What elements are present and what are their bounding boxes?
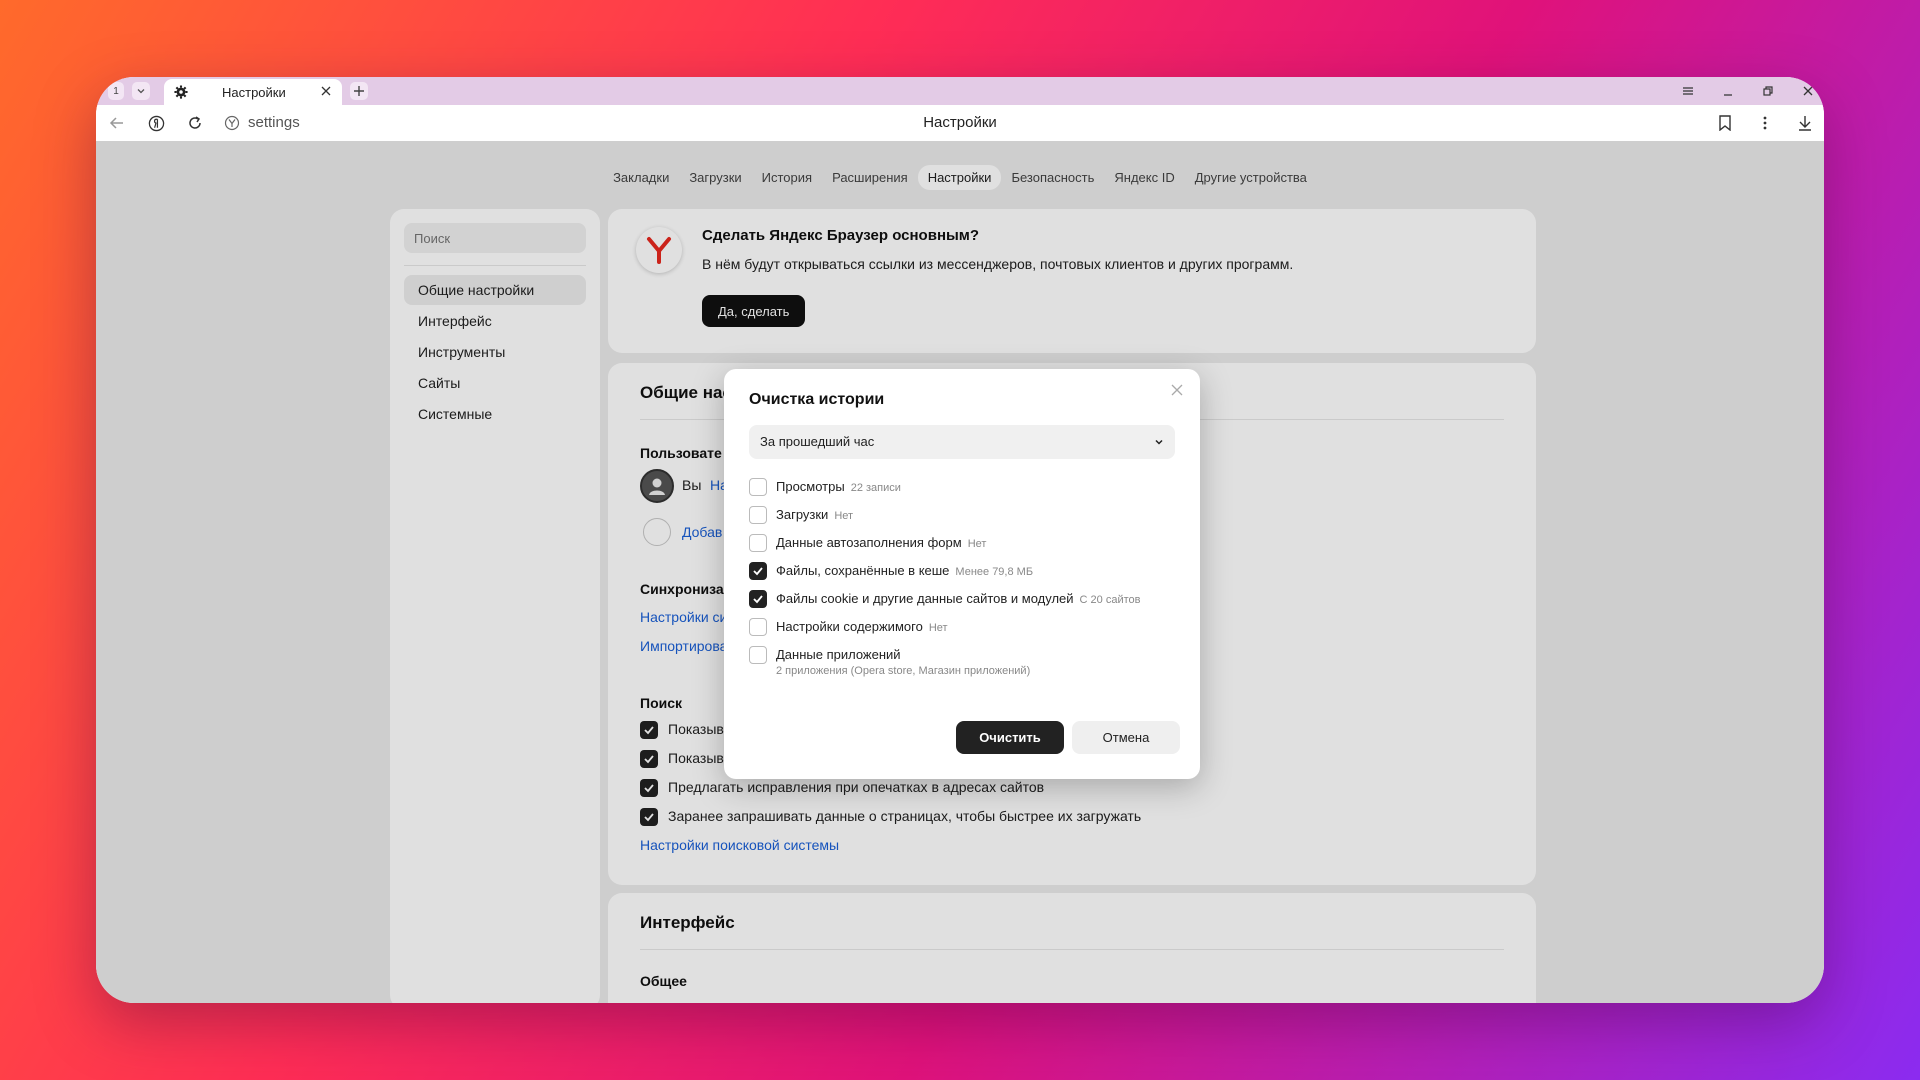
bookmark-icon xyxy=(1719,115,1731,131)
toolbar: settings Настройки xyxy=(96,105,1824,141)
option-meta: Нет xyxy=(928,622,948,634)
checkbox[interactable] xyxy=(749,562,767,580)
check-icon xyxy=(753,567,763,576)
checkbox[interactable] xyxy=(749,590,767,608)
more-button[interactable] xyxy=(1756,114,1774,132)
tab-settings[interactable]: Настройки xyxy=(164,79,342,105)
restore-button[interactable] xyxy=(1760,83,1776,99)
dialog-title: Очистка истории xyxy=(749,391,885,408)
option-label: Файлы, сохранённые в кеше xyxy=(776,563,950,578)
checkbox[interactable] xyxy=(749,646,767,664)
option-label: Файлы cookie и другие данные сайтов и мо… xyxy=(776,591,1074,606)
restore-icon xyxy=(1763,86,1773,96)
chevron-down-icon xyxy=(1155,439,1163,445)
gear-icon xyxy=(174,85,188,99)
option-label: Просмотры xyxy=(776,479,845,494)
option-meta: С 20 сайтов xyxy=(1079,594,1141,606)
tab-list-button[interactable] xyxy=(132,82,150,100)
minimize-icon xyxy=(1724,94,1732,96)
checkbox[interactable] xyxy=(749,506,767,524)
chevron-down-icon xyxy=(137,89,145,94)
option-meta: Нет xyxy=(834,510,854,522)
page-title: Настройки xyxy=(923,114,997,131)
bookmark-button[interactable] xyxy=(1716,114,1734,132)
plus-icon xyxy=(354,86,364,96)
checkbox[interactable] xyxy=(749,534,767,552)
clear-button[interactable]: Очистить xyxy=(956,721,1064,754)
close-icon[interactable] xyxy=(1170,383,1184,397)
checkbox[interactable] xyxy=(749,618,767,636)
close-icon xyxy=(1803,86,1813,96)
browser-window: 1 Настройки settings Настройки Закладки … xyxy=(96,77,1824,1003)
option-label: Загрузки xyxy=(776,507,829,522)
option-meta: Нет xyxy=(967,538,987,550)
period-select[interactable]: За прошедший час xyxy=(749,425,1175,459)
period-select-value: За прошедший час xyxy=(760,434,875,449)
new-tab-button[interactable] xyxy=(350,82,368,100)
option-meta: 22 записи xyxy=(850,482,901,494)
option-meta: Менее 79,8 МБ xyxy=(955,566,1034,578)
tab-count-button[interactable]: 1 xyxy=(108,82,124,100)
more-vertical-icon xyxy=(1763,116,1767,130)
download-icon xyxy=(1799,116,1811,131)
minimize-button[interactable] xyxy=(1720,83,1736,99)
tab-title: Настройки xyxy=(222,85,286,100)
tab-strip: 1 Настройки xyxy=(96,77,1824,105)
option-subtext: 2 приложения (Opera store, Магазин прило… xyxy=(776,665,1031,677)
menu-button[interactable] xyxy=(1680,83,1696,99)
check-icon xyxy=(753,595,763,604)
option-label: Данные автозаполнения форм xyxy=(776,535,962,550)
option-label: Настройки содержимого xyxy=(776,619,923,634)
option-label: Данные приложений xyxy=(776,647,901,662)
checkbox[interactable] xyxy=(749,478,767,496)
cancel-button[interactable]: Отмена xyxy=(1072,721,1180,754)
close-window-button[interactable] xyxy=(1800,83,1816,99)
close-icon[interactable] xyxy=(320,85,332,97)
downloads-button[interactable] xyxy=(1796,114,1814,132)
hamburger-icon xyxy=(1683,87,1693,95)
clear-history-dialog: Очистка истории За прошедший час Просмот… xyxy=(724,369,1200,779)
